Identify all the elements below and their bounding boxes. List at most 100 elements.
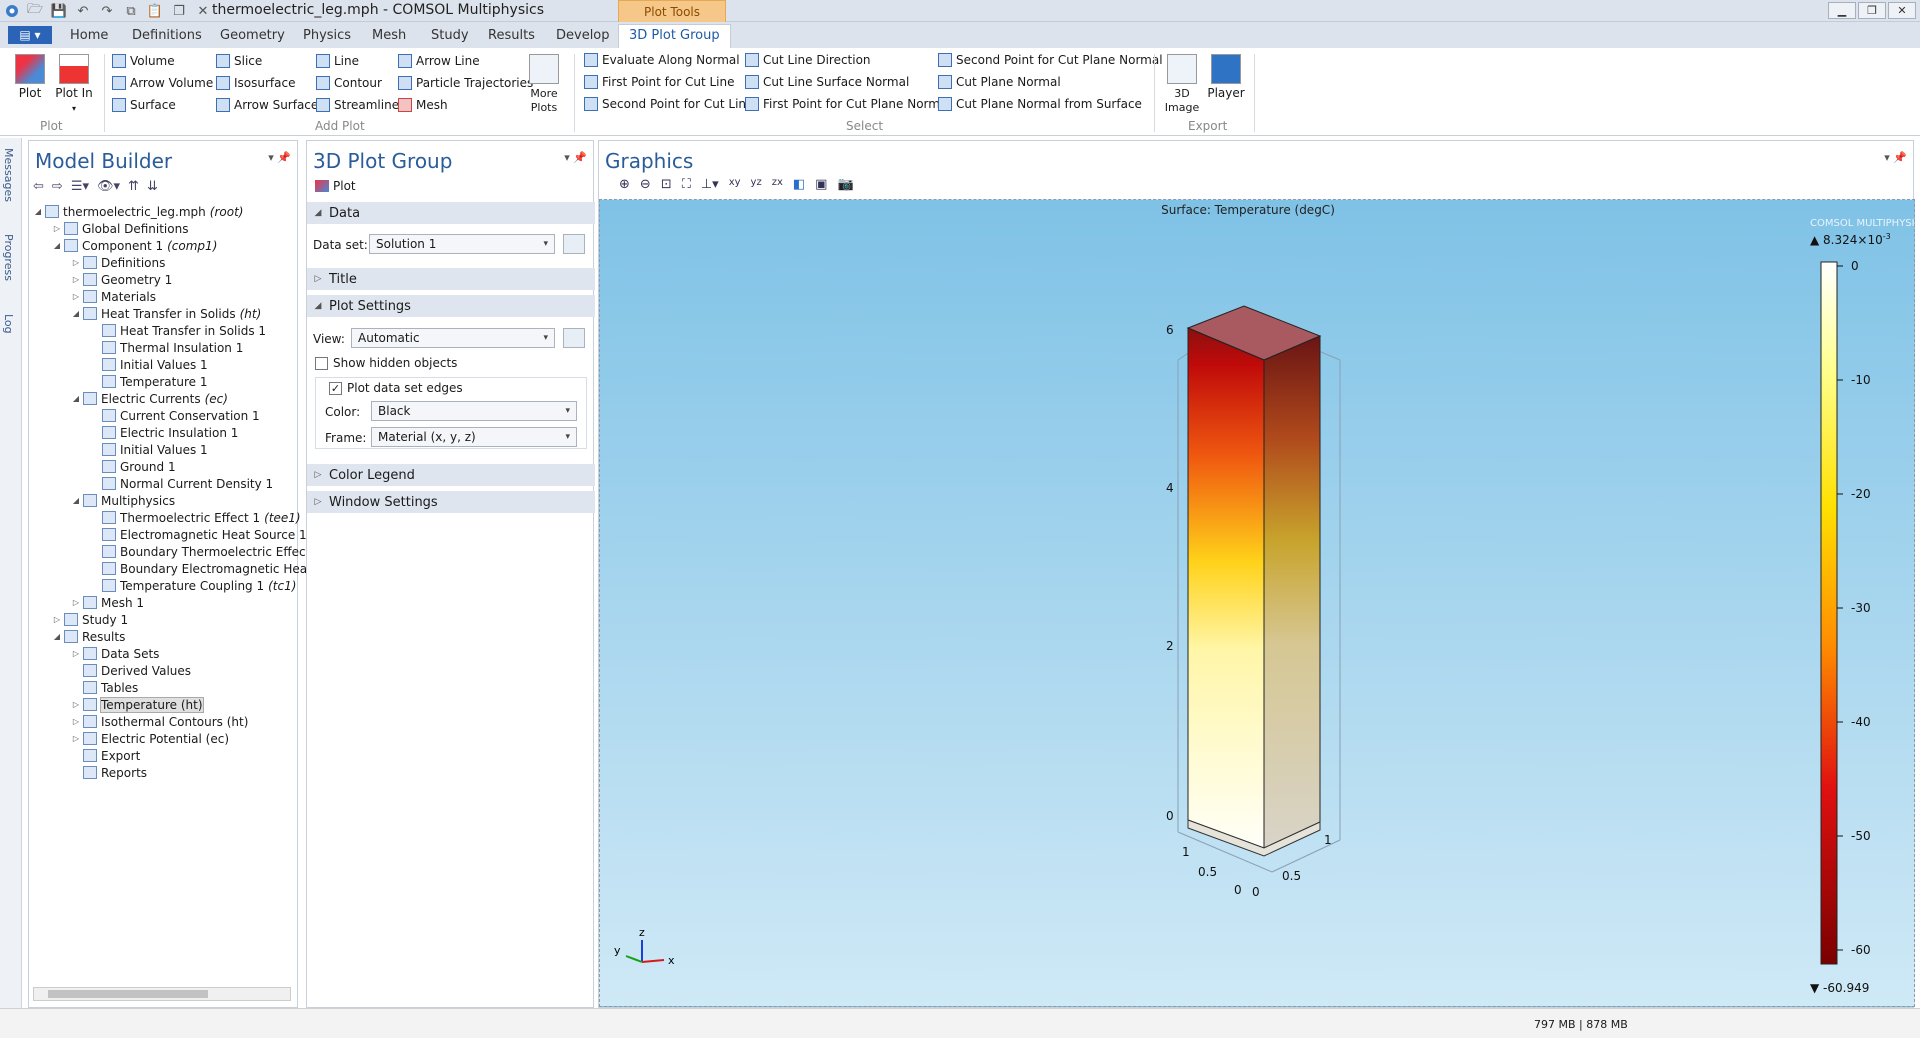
tree-node[interactable]: ◢ thermoelectric_leg.mph (root): [33, 203, 244, 220]
restore-button[interactable]: ❐: [1858, 2, 1886, 19]
tree-node[interactable]: Normal Current Density 1: [90, 475, 273, 492]
view-yz-icon[interactable]: yz: [751, 177, 762, 192]
slice-button[interactable]: Slice: [216, 54, 262, 68]
section-color-legend[interactable]: ▷ Color Legend: [307, 464, 595, 486]
zoom-out-icon[interactable]: ⊖: [640, 177, 651, 192]
tree-node[interactable]: Thermoelectric Effect 1 (tee1): [90, 509, 301, 526]
tab-study[interactable]: Study: [431, 28, 469, 43]
collapse-all-icon[interactable]: ⇈: [128, 179, 139, 194]
line-button[interactable]: Line: [316, 54, 359, 68]
tree-node[interactable]: Electric Insulation 1: [90, 424, 238, 441]
plot-in-button[interactable]: Plot In ▾: [52, 54, 96, 114]
tree-node[interactable]: ▷ Isothermal Contours (ht): [71, 713, 248, 730]
tree-node[interactable]: Thermal Insulation 1: [90, 339, 243, 356]
second-point-cut-line-button[interactable]: Second Point for Cut Line: [584, 97, 753, 111]
paste-icon[interactable]: 📋: [146, 2, 164, 20]
expanded-arrow-icon[interactable]: ◢: [33, 207, 43, 216]
collapsed-arrow-icon[interactable]: ▷: [52, 615, 62, 624]
forward-arrow-icon[interactable]: ⇨: [52, 179, 63, 194]
undo-icon[interactable]: ↶: [74, 2, 92, 20]
tree-node[interactable]: ▷ Study 1: [52, 611, 128, 628]
section-plot-settings[interactable]: ◢ Plot Settings: [307, 295, 595, 317]
player-button[interactable]: Player: [1204, 54, 1248, 100]
expanded-arrow-icon[interactable]: ◢: [71, 496, 81, 505]
collapsed-arrow-icon[interactable]: ▷: [71, 649, 81, 658]
show-menu-icon[interactable]: ☰▾: [71, 179, 89, 194]
tab-results[interactable]: Results: [488, 28, 535, 43]
tree-node[interactable]: ◢ Component 1 (comp1): [52, 237, 217, 254]
first-point-cut-plane-normal-button[interactable]: First Point for Cut Plane Normal: [745, 97, 951, 111]
redo-icon[interactable]: ↷: [98, 2, 116, 20]
minimize-button[interactable]: ▁: [1828, 2, 1856, 19]
messages-tab[interactable]: Messages: [2, 148, 15, 202]
axis-orientation-icon[interactable]: ⊥▾: [701, 177, 719, 192]
tree-node[interactable]: Temperature 1: [90, 373, 207, 390]
open-file-icon[interactable]: 🗁: [26, 2, 44, 20]
tab-mesh[interactable]: Mesh: [372, 28, 406, 43]
cut-line-surface-normal-button[interactable]: Cut Line Surface Normal: [745, 75, 909, 89]
tree-node[interactable]: Heat Transfer in Solids 1: [90, 322, 266, 339]
isosurface-button[interactable]: Isosurface: [216, 76, 295, 90]
tree-node[interactable]: Boundary Thermoelectric Effect: [90, 543, 310, 560]
more-plots-button[interactable]: More Plots: [523, 54, 565, 114]
tree-node[interactable]: ◢ Heat Transfer in Solids (ht): [71, 305, 261, 322]
cut-line-direction-button[interactable]: Cut Line Direction: [745, 53, 871, 67]
tree-node[interactable]: ▷ Temperature (ht): [71, 696, 204, 713]
close-button[interactable]: ✕: [1888, 2, 1916, 19]
show-hidden-checkbox[interactable]: [315, 357, 328, 370]
tree-node[interactable]: Initial Values 1: [90, 441, 208, 458]
tree-node[interactable]: Current Conservation 1: [90, 407, 260, 424]
plot-edges-checkbox[interactable]: ✓: [329, 382, 342, 395]
tree-node[interactable]: Ground 1: [90, 458, 176, 475]
cut-plane-normal-button[interactable]: Cut Plane Normal: [938, 75, 1061, 89]
arrow-surface-button[interactable]: Arrow Surface: [216, 98, 318, 112]
panel-menu-icon[interactable]: ▾ 📌: [564, 151, 587, 164]
tree-node[interactable]: Initial Values 1: [90, 356, 208, 373]
tree-node[interactable]: ◢ Results: [52, 628, 125, 645]
section-data[interactable]: ◢ Data: [307, 202, 595, 224]
arrow-line-button[interactable]: Arrow Line: [398, 54, 480, 68]
tree-node[interactable]: ▷ Definitions: [71, 254, 165, 271]
tree-node[interactable]: Temperature Coupling 1 (tc1): [90, 577, 296, 594]
tree-node[interactable]: ◢ Multiphysics: [71, 492, 175, 509]
arrow-volume-button[interactable]: Arrow Volume: [112, 76, 213, 90]
collapsed-arrow-icon[interactable]: ▷: [71, 598, 81, 607]
second-point-cut-plane-normal-button[interactable]: Second Point for Cut Plane Normal: [938, 53, 1163, 67]
mesh-plot-button[interactable]: Mesh: [398, 98, 448, 112]
collapsed-arrow-icon[interactable]: ▷: [71, 292, 81, 301]
tree-node[interactable]: ◢ Electric Currents (ec): [71, 390, 228, 407]
streamline-button[interactable]: Streamline: [316, 98, 399, 112]
frame-select[interactable]: Material (x, y, z) ▾: [371, 427, 577, 447]
dataset-select[interactable]: Solution 1 ▾: [369, 234, 555, 254]
comsol-app-icon[interactable]: [4, 3, 20, 19]
tab-physics[interactable]: Physics: [303, 28, 351, 43]
tab-definitions[interactable]: Definitions: [132, 28, 202, 43]
view-menu-icon[interactable]: 👁▾: [97, 179, 120, 194]
tree-node[interactable]: ▷ Data Sets: [71, 645, 160, 662]
delete-icon[interactable]: ✕: [194, 2, 212, 20]
tree-node[interactable]: Export: [71, 747, 140, 764]
tree-node[interactable]: ▷ Materials: [71, 288, 156, 305]
section-window-settings[interactable]: ▷ Window Settings: [307, 491, 595, 513]
tab-develop[interactable]: Develop: [556, 28, 610, 43]
zoom-extents-icon[interactable]: ⛶: [682, 177, 691, 192]
view-xy-icon[interactable]: xy: [729, 177, 741, 192]
zoom-in-icon[interactable]: ⊕: [619, 177, 630, 192]
particle-trajectories-button[interactable]: Particle Trajectories: [398, 76, 533, 90]
transparency-icon[interactable]: ▣: [815, 177, 827, 192]
tree-node[interactable]: Derived Values: [71, 662, 191, 679]
plot-settings-button[interactable]: Plot: [315, 179, 356, 193]
panel-menu-icon[interactable]: ▾ 📌: [268, 151, 291, 164]
tree-node[interactable]: Tables: [71, 679, 138, 696]
panel-menu-icon[interactable]: ▾ 📌: [1884, 151, 1907, 164]
duplicate-icon[interactable]: ❐: [170, 2, 188, 20]
contour-button[interactable]: Contour: [316, 76, 382, 90]
surface-button[interactable]: Surface: [112, 98, 176, 112]
progress-tab[interactable]: Progress: [2, 234, 15, 281]
tree-node[interactable]: ▷ Electric Potential (ec): [71, 730, 229, 747]
expanded-arrow-icon[interactable]: ◢: [71, 309, 81, 318]
tree-node[interactable]: Reports: [71, 764, 147, 781]
tab-3d-plot-group[interactable]: 3D Plot Group: [618, 24, 731, 48]
scene-light-icon[interactable]: ◧: [793, 177, 805, 192]
evaluate-along-normal-button[interactable]: Evaluate Along Normal: [584, 53, 740, 67]
